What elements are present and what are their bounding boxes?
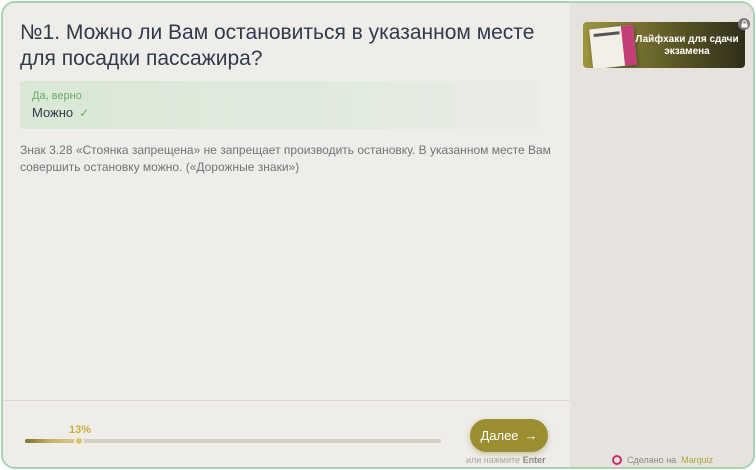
progress-bar — [25, 436, 441, 446]
sidebar: Лайфхаки для сдачи экзамена Сделано на M… — [570, 3, 753, 467]
enter-hint: или нажмите Enter — [466, 455, 546, 465]
credit-brand: Marquiz — [681, 455, 714, 465]
progress-fill — [25, 439, 79, 443]
marquiz-credit[interactable]: Сделано на Marquiz — [612, 455, 713, 465]
footer-divider — [3, 400, 570, 401]
question-title: №1. Можно ли Вам остановиться в указанно… — [20, 21, 535, 70]
next-button-label: Далее — [480, 428, 519, 443]
next-button[interactable]: Далее → — [470, 419, 548, 452]
answer-label: Можно — [32, 105, 74, 120]
arrow-right-icon: → — [524, 428, 538, 443]
answer-status: Да, верно — [32, 90, 82, 102]
credit-prefix: Сделано на — [627, 455, 677, 465]
question-panel: №1. Можно ли Вам остановиться в указанно… — [3, 3, 570, 467]
answer-option: Можно ✓ — [32, 105, 89, 120]
enter-key-label: Enter — [522, 455, 546, 465]
promo-title: Лайфхаки для сдачи экзамена — [635, 34, 739, 57]
enter-hint-prefix: или нажмите — [466, 455, 521, 465]
book-cover-image — [589, 24, 637, 68]
check-icon: ✓ — [79, 106, 90, 120]
progress-handle — [74, 436, 84, 446]
selected-answer-card: Да, верно Можно ✓ — [20, 81, 540, 129]
marquiz-logo-icon — [612, 455, 622, 465]
quiz-frame: №1. Можно ли Вам остановиться в указанно… — [1, 1, 755, 469]
progress-percent: 13% — [69, 424, 92, 436]
promo-banner[interactable]: Лайфхаки для сдачи экзамена — [583, 22, 745, 68]
answer-explanation: Знак 3.28 «Стоянка запрещена» не запреща… — [20, 143, 551, 174]
lock-icon — [738, 18, 750, 30]
